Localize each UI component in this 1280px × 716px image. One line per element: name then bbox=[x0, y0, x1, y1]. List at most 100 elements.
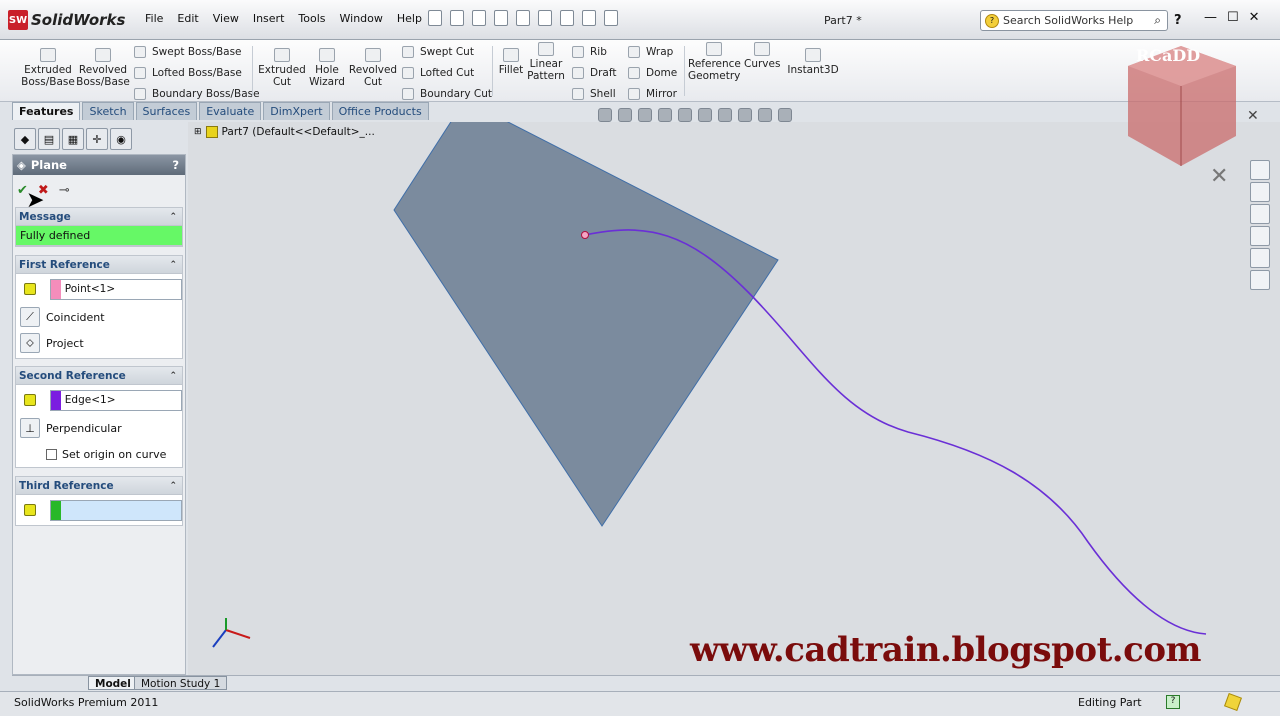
search-icon[interactable]: ⌕ bbox=[1154, 13, 1161, 28]
dimxpert-manager-tab-icon[interactable]: ✛ bbox=[86, 128, 108, 150]
select-icon[interactable] bbox=[538, 10, 552, 26]
property-manager-tab-icon[interactable]: ▤ bbox=[38, 128, 60, 150]
collapse-icon[interactable]: ⌃ bbox=[169, 481, 177, 491]
pm-help-icon[interactable]: ? bbox=[172, 158, 179, 172]
revolved-boss-button[interactable]: Revolved Boss/Base bbox=[76, 48, 130, 88]
pushpin-icon[interactable]: ⊸ bbox=[59, 183, 70, 198]
curves-button[interactable]: Curves bbox=[744, 42, 780, 70]
third-reference-header[interactable]: Third Reference ⌃ bbox=[16, 477, 182, 495]
set-origin-checkbox-row[interactable]: Set origin on curve bbox=[16, 441, 182, 467]
boundary-boss-button[interactable]: Boundary Boss/Base bbox=[134, 88, 260, 100]
reference-geometry-button[interactable]: Reference Geometry bbox=[688, 42, 741, 82]
menu-view[interactable]: View bbox=[213, 12, 239, 25]
section-view-icon[interactable] bbox=[658, 108, 672, 122]
tab-motion-study[interactable]: Motion Study 1 bbox=[134, 676, 228, 690]
first-reference-header[interactable]: First Reference ⌃ bbox=[16, 256, 182, 274]
third-reference-selection[interactable] bbox=[49, 499, 182, 521]
fillet-button[interactable]: Fillet bbox=[496, 48, 526, 76]
feature-manager-tab-icon[interactable]: ◆ bbox=[14, 128, 36, 150]
rebuild-icon[interactable] bbox=[560, 10, 574, 26]
tag-icon[interactable] bbox=[1224, 693, 1242, 711]
menu-edit[interactable]: Edit bbox=[177, 12, 198, 25]
project-icon[interactable]: ⬦ bbox=[20, 333, 40, 353]
tab-evaluate[interactable]: Evaluate bbox=[199, 102, 262, 120]
new-doc-icon[interactable] bbox=[428, 10, 442, 26]
view-palette-icon[interactable] bbox=[1250, 226, 1270, 246]
lofted-cut-button[interactable]: Lofted Cut bbox=[402, 67, 474, 79]
tab-dimxpert[interactable]: DimXpert bbox=[263, 102, 330, 120]
shell-button[interactable]: Shell bbox=[572, 88, 616, 100]
appearances-icon[interactable] bbox=[1250, 248, 1270, 268]
graphics-area[interactable]: ⊞ Part7 (Default<<Default>_... bbox=[188, 108, 1280, 675]
zoom-area-icon[interactable] bbox=[618, 108, 632, 122]
solidworks-logo[interactable]: SW SolidWorks bbox=[8, 8, 136, 32]
view-orientation-icon[interactable] bbox=[678, 108, 692, 122]
previous-view-icon[interactable] bbox=[638, 108, 652, 122]
save-icon[interactable] bbox=[472, 10, 486, 26]
swept-boss-button[interactable]: Swept Boss/Base bbox=[134, 46, 242, 58]
file-explorer-icon[interactable] bbox=[1250, 204, 1270, 224]
hole-wizard-button[interactable]: Hole Wizard bbox=[306, 48, 348, 88]
plane-preview[interactable] bbox=[393, 122, 779, 527]
perpendicular-option[interactable]: ⊥ Perpendicular bbox=[16, 415, 182, 441]
help-status-icon[interactable]: ? bbox=[1166, 695, 1180, 709]
dome-button[interactable]: Dome bbox=[628, 67, 677, 79]
menu-tools[interactable]: Tools bbox=[298, 12, 325, 25]
view-settings-icon[interactable] bbox=[778, 108, 792, 122]
minimize-icon[interactable]: — bbox=[1204, 10, 1217, 25]
collapse-icon[interactable]: ⌃ bbox=[169, 371, 177, 381]
second-reference-selection[interactable]: Edge<1> bbox=[49, 389, 182, 411]
lofted-boss-button[interactable]: Lofted Boss/Base bbox=[134, 67, 242, 79]
second-reference-header[interactable]: Second Reference ⌃ bbox=[16, 367, 182, 385]
configuration-manager-tab-icon[interactable]: ▦ bbox=[62, 128, 84, 150]
close-icon[interactable]: ✕ bbox=[1249, 10, 1260, 25]
draft-button[interactable]: Draft bbox=[572, 67, 616, 79]
zoom-fit-icon[interactable] bbox=[598, 108, 612, 122]
tab-sketch[interactable]: Sketch bbox=[82, 102, 134, 120]
instant3d-button[interactable]: Instant3D bbox=[786, 48, 840, 76]
design-library-icon[interactable] bbox=[1250, 182, 1270, 202]
home-icon[interactable] bbox=[1250, 160, 1270, 180]
linear-pattern-button[interactable]: Linear Pattern bbox=[526, 42, 566, 82]
print-icon[interactable] bbox=[494, 10, 508, 26]
point-marker[interactable] bbox=[581, 231, 589, 239]
first-reference-selection[interactable]: Point<1> bbox=[49, 278, 182, 300]
custom-properties-icon[interactable] bbox=[1250, 270, 1270, 290]
hide-show-icon[interactable] bbox=[718, 108, 732, 122]
undo-icon[interactable] bbox=[516, 10, 530, 26]
tab-features[interactable]: Features bbox=[12, 102, 81, 120]
coincident-option[interactable]: ⟋ Coincident bbox=[16, 304, 182, 330]
menu-insert[interactable]: Insert bbox=[253, 12, 285, 25]
revolved-cut-button[interactable]: Revolved Cut bbox=[348, 48, 398, 88]
model-canvas[interactable] bbox=[188, 122, 1280, 675]
perpendicular-icon[interactable]: ⊥ bbox=[20, 418, 40, 438]
collapse-icon[interactable]: ⌃ bbox=[169, 212, 177, 222]
search-help-field[interactable]: ? Search SolidWorks Help ⌕ bbox=[980, 10, 1168, 31]
project-option[interactable]: ⬦ Project bbox=[16, 330, 182, 356]
appearance-icon[interactable] bbox=[738, 108, 752, 122]
boundary-cut-button[interactable]: Boundary Cut bbox=[402, 88, 492, 100]
menu-window[interactable]: Window bbox=[340, 12, 383, 25]
tab-surfaces[interactable]: Surfaces bbox=[135, 102, 198, 120]
rib-button[interactable]: Rib bbox=[572, 46, 607, 58]
display-style-icon[interactable] bbox=[698, 108, 712, 122]
help-question-icon[interactable]: ? bbox=[1174, 13, 1182, 28]
mirror-button[interactable]: Mirror bbox=[628, 88, 677, 100]
display-manager-tab-icon[interactable]: ◉ bbox=[110, 128, 132, 150]
wrap-button[interactable]: Wrap bbox=[628, 46, 673, 58]
tab-office-products[interactable]: Office Products bbox=[331, 102, 429, 120]
exit-sketch-icon[interactable]: ✕ bbox=[1210, 164, 1228, 189]
open-icon[interactable] bbox=[450, 10, 464, 26]
file-properties-icon[interactable] bbox=[582, 10, 596, 26]
menu-file[interactable]: File bbox=[145, 12, 163, 25]
collapse-icon[interactable]: ⌃ bbox=[169, 260, 177, 270]
tab-model[interactable]: Model bbox=[88, 676, 138, 690]
scene-icon[interactable] bbox=[758, 108, 772, 122]
menu-help[interactable]: Help bbox=[397, 12, 422, 25]
maximize-icon[interactable]: ☐ bbox=[1227, 10, 1239, 25]
set-origin-checkbox[interactable] bbox=[46, 448, 57, 460]
coincident-icon[interactable]: ⟋ bbox=[20, 307, 40, 327]
close-document-icon[interactable]: ✕ bbox=[1247, 108, 1259, 124]
extruded-boss-button[interactable]: Extruded Boss/Base bbox=[20, 48, 76, 88]
extruded-cut-button[interactable]: Extruded Cut bbox=[258, 48, 306, 88]
